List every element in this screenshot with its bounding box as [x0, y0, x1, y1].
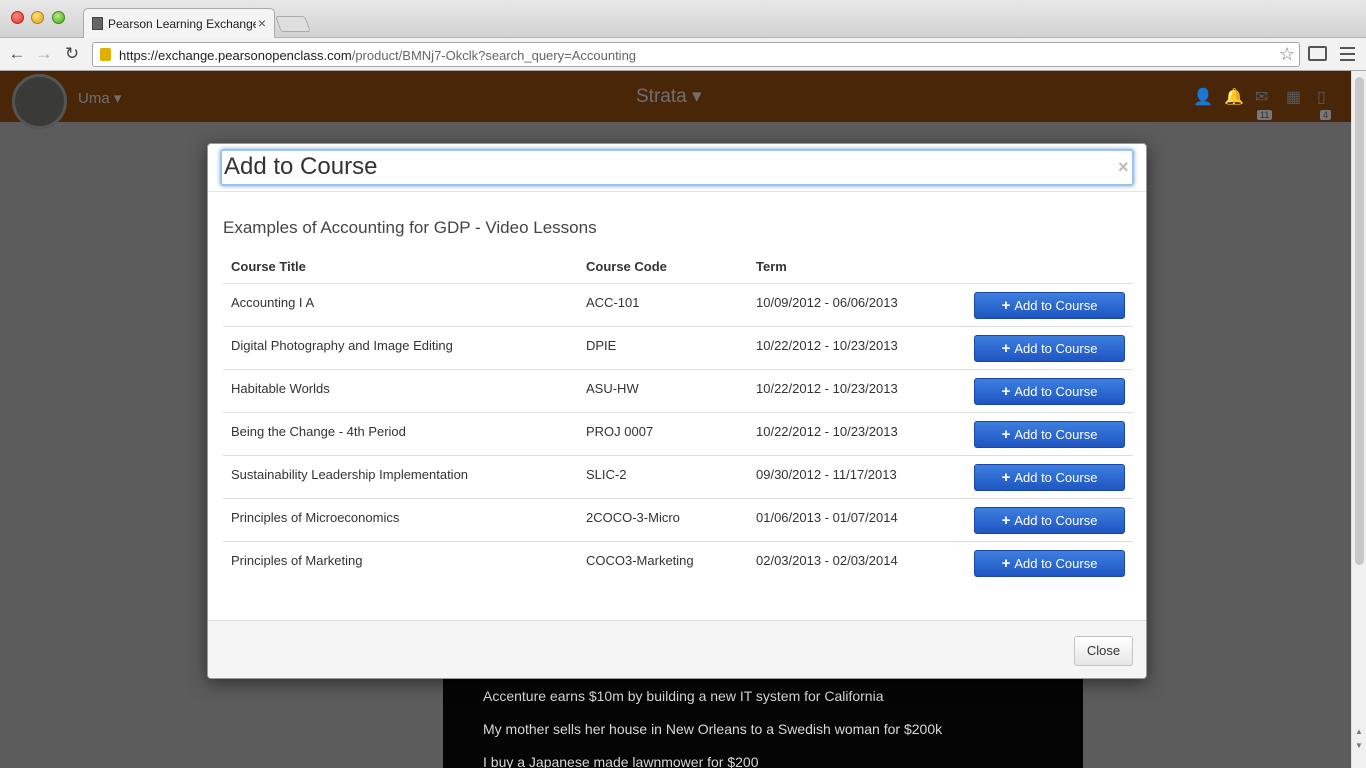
bookmark-star-icon[interactable]: ☆ [1279, 44, 1295, 65]
add-to-course-button[interactable]: + Add to Course [974, 464, 1125, 491]
plus-icon: + [1001, 340, 1011, 357]
add-to-course-button[interactable]: + Add to Course [974, 550, 1125, 577]
table-row: Digital Photography and Image Editing DP… [223, 327, 1133, 370]
tab-title: Pearson Learning Exchange [108, 17, 256, 31]
video-caption-line: I buy a Japanese made lawnmower for $200 [483, 754, 759, 768]
course-title: Being the Change - 4th Period [231, 424, 406, 439]
table-row: Principles of Marketing COCO3-Marketing … [223, 542, 1133, 585]
modal-header: Add to Course × [208, 144, 1146, 192]
plus-icon: + [1001, 383, 1011, 400]
course-title: Sustainability Leadership Implementation [231, 467, 469, 482]
course-code: PROJ 0007 [586, 424, 654, 439]
cast-icon[interactable] [1308, 46, 1327, 61]
calendar-icon[interactable]: ▦ [1286, 87, 1301, 107]
table-row: Habitable Worlds ASU-HW 10/22/2012 - 10/… [223, 370, 1133, 413]
video-caption-line: Accenture earns $10m by building a new I… [483, 688, 884, 704]
table-row: Being the Change - 4th Period PROJ 0007 … [223, 413, 1133, 456]
plus-icon: + [1001, 297, 1011, 314]
browser-menu-icon[interactable] [1340, 47, 1355, 61]
url-text: https://exchange.pearsonopenclass.com/pr… [119, 48, 637, 63]
plus-icon: + [1001, 555, 1011, 572]
profile-icon[interactable]: 👤 [1193, 87, 1213, 107]
column-header-course-title: Course Title [231, 259, 306, 274]
lock-icon [100, 48, 111, 61]
course-code: 2COCO-3-Micro [586, 510, 680, 525]
avatar[interactable] [12, 74, 67, 129]
course-title: Principles of Microeconomics [231, 510, 400, 525]
plus-icon: + [1001, 426, 1011, 443]
plus-icon: + [1001, 512, 1011, 529]
scroll-down-icon[interactable]: ▼ [1355, 741, 1363, 750]
scrollbar-thumb[interactable] [1355, 77, 1364, 565]
course-term: 02/03/2013 - 02/03/2014 [756, 553, 898, 568]
course-code: DPIE [586, 338, 617, 353]
video-caption-line: My mother sells her house in New Orleans… [483, 721, 943, 737]
browser-toolbar: ← → ↻ https://exchange.pearsonopenclass.… [0, 38, 1366, 71]
modal-title: Add to Course [220, 149, 1134, 186]
course-title: Digital Photography and Image Editing [231, 338, 453, 353]
course-term: 01/06/2013 - 01/07/2014 [756, 510, 898, 525]
column-header-course-code: Course Code [586, 259, 667, 274]
modal-footer: Close [208, 620, 1146, 678]
table-row: Accounting I A ACC-101 10/09/2012 - 06/0… [223, 284, 1133, 327]
add-to-course-button[interactable]: + Add to Course [974, 507, 1125, 534]
forward-arrow-icon[interactable]: → [33, 43, 55, 65]
course-code: ASU-HW [586, 381, 639, 396]
window-zoom-button[interactable] [52, 11, 65, 24]
close-button[interactable]: Close [1074, 636, 1133, 666]
new-tab-button[interactable] [275, 16, 311, 32]
document-count-badge: 4 [1320, 110, 1332, 120]
column-header-term: Term [756, 259, 787, 274]
course-term: 09/30/2012 - 11/17/2013 [756, 467, 897, 482]
window-minimize-button[interactable] [31, 11, 44, 24]
course-title: Principles of Marketing [231, 553, 363, 568]
add-to-course-button[interactable]: + Add to Course [974, 421, 1125, 448]
page-favicon-icon [92, 17, 103, 30]
back-arrow-icon[interactable]: ← [6, 43, 28, 65]
course-term: 10/22/2012 - 10/23/2013 [756, 381, 898, 396]
course-code: ACC-101 [586, 295, 640, 310]
add-to-course-button[interactable]: + Add to Course [974, 292, 1125, 319]
tab-close-icon[interactable]: × [258, 15, 266, 31]
bell-icon[interactable]: 🔔 [1224, 87, 1244, 107]
table-row: Principles of Microeconomics 2COCO-3-Mic… [223, 499, 1133, 542]
app-header: Uma ▾ Strata ▾ 👤 🔔 ✉ 11 ▦ ▯ 4 [0, 71, 1351, 129]
page-scrollbar[interactable]: ▲ ▼ [1351, 71, 1366, 768]
course-term: 10/09/2012 - 06/06/2013 [756, 295, 898, 310]
plus-icon: + [1001, 469, 1011, 486]
add-to-course-modal: Add to Course × Examples of Accounting f… [207, 143, 1147, 679]
table-row: Sustainability Leadership Implementation… [223, 456, 1133, 499]
address-bar[interactable]: https://exchange.pearsonopenclass.com/pr… [92, 42, 1300, 67]
lesson-title: Examples of Accounting for GDP - Video L… [223, 218, 597, 237]
mail-icon[interactable]: ✉ [1255, 87, 1268, 107]
add-to-course-button[interactable]: + Add to Course [974, 378, 1125, 405]
browser-tabstrip: Pearson Learning Exchange × [0, 0, 1366, 38]
window-close-button[interactable] [11, 11, 24, 24]
course-title: Accounting I A [231, 295, 315, 310]
course-term: 10/22/2012 - 10/23/2013 [756, 338, 898, 353]
close-icon[interactable]: × [1118, 157, 1129, 178]
brand-menu[interactable]: Strata ▾ [636, 85, 702, 108]
user-menu[interactable]: Uma ▾ [78, 89, 121, 107]
video-player[interactable]: Accenture earns $10m by building a new I… [443, 678, 1083, 768]
modal-body: Examples of Accounting for GDP - Video L… [223, 192, 1133, 620]
add-to-course-button[interactable]: + Add to Course [974, 335, 1125, 362]
course-title: Habitable Worlds [231, 381, 330, 396]
course-term: 10/22/2012 - 10/23/2013 [756, 424, 898, 439]
course-code: COCO3-Marketing [586, 553, 694, 568]
mail-count-badge: 11 [1257, 110, 1273, 120]
course-code: SLIC-2 [586, 467, 627, 482]
scroll-up-icon[interactable]: ▲ [1355, 727, 1363, 736]
document-icon[interactable]: ▯ [1317, 87, 1326, 107]
reload-icon[interactable]: ↻ [61, 43, 83, 65]
browser-tab[interactable]: Pearson Learning Exchange × [83, 8, 275, 38]
